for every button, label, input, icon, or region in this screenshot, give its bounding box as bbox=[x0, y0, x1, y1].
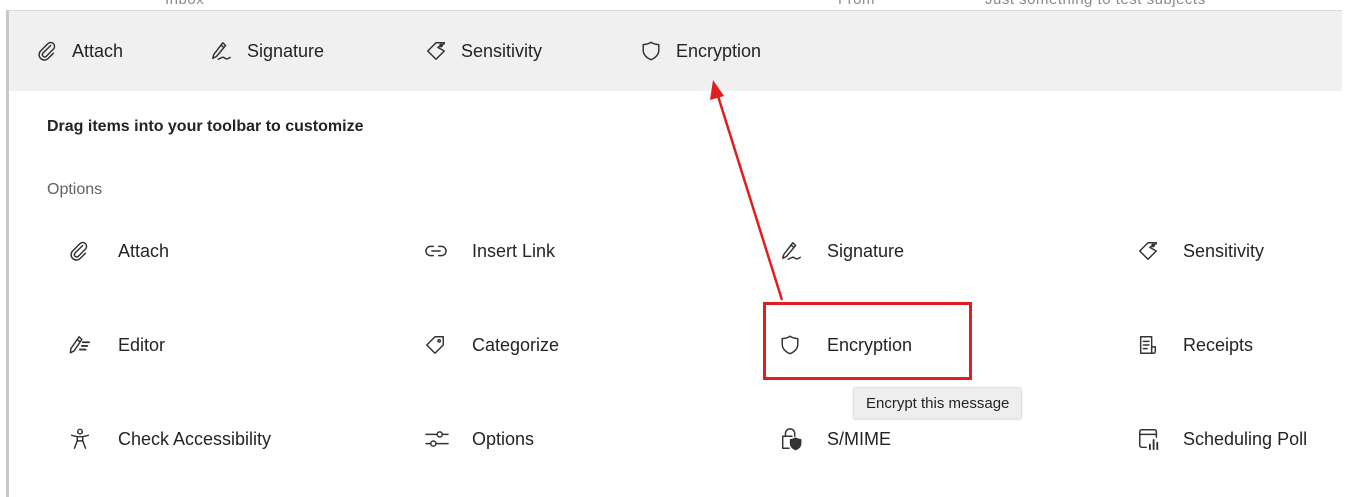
customize-toolbar-panel: Inbox From Just something to test subjec… bbox=[0, 0, 1352, 497]
annotation-arrow bbox=[710, 80, 784, 301]
